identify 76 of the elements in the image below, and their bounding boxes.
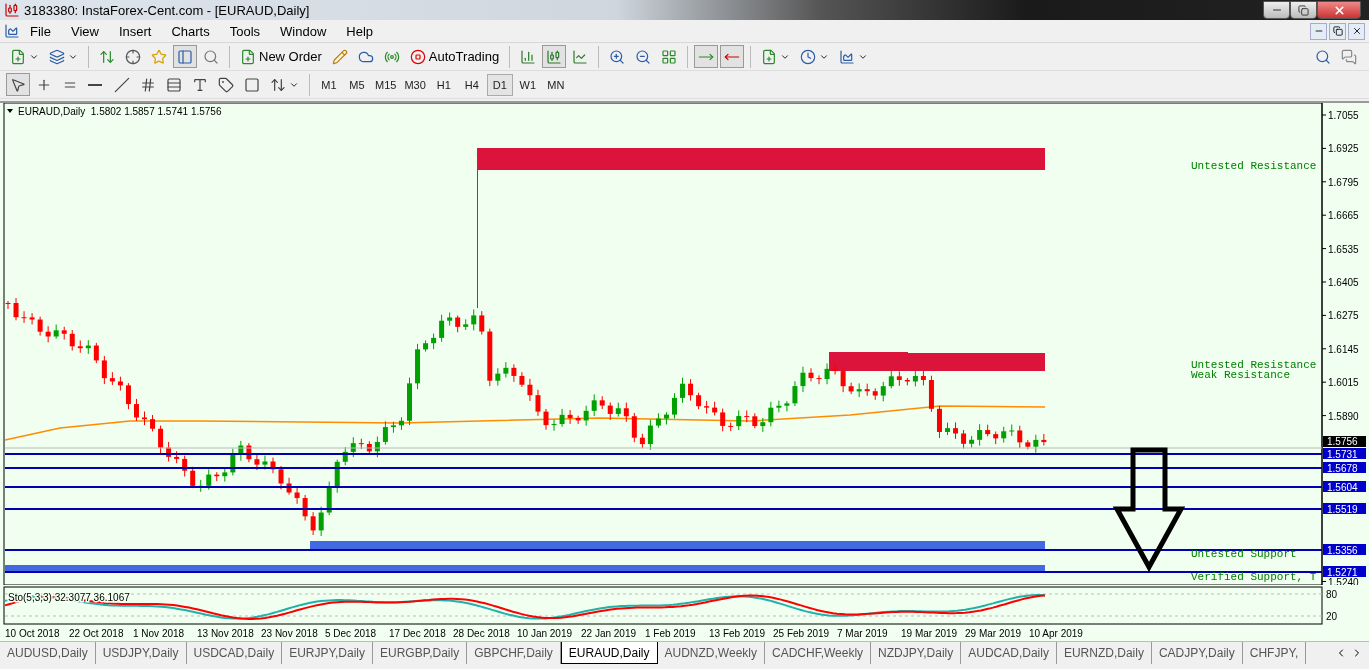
timeframe-button[interactable]: M30 <box>401 73 429 96</box>
timeframe-button[interactable]: W1 <box>514 73 541 96</box>
price-tag: 1.5604 <box>1323 481 1366 493</box>
date-label: 1 Nov 2018 <box>133 628 185 639</box>
menu-item[interactable]: Tools <box>219 23 271 39</box>
price-tag: 1.5731 <box>1323 448 1366 460</box>
price-label: 1.6405 <box>1328 277 1359 288</box>
date-label: 19 Mar 2019 <box>901 628 958 639</box>
chart-tab[interactable]: GBPCHF,Daily <box>467 642 561 664</box>
auto-trading-button[interactable]: AutoTrading <box>405 45 504 68</box>
date-label: 22 Oct 2018 <box>69 628 124 639</box>
chart-tab[interactable]: EURGBP,Daily <box>373 642 468 664</box>
zone-label: Untested Resistance <box>1191 359 1317 371</box>
price-label: 1.6665 <box>1328 210 1359 222</box>
menu-item[interactable]: Charts <box>161 23 220 39</box>
menu-item[interactable]: Window <box>270 23 337 39</box>
date-label: 23 Nov 2018 <box>261 628 318 639</box>
chart-tab[interactable]: USDCAD,Daily <box>186 642 283 664</box>
price-label: 1.5890 <box>1328 410 1359 422</box>
date-label: 17 Dec 2018 <box>389 628 446 639</box>
timeframe-button[interactable]: M1 <box>316 73 342 96</box>
price-tag: 1.5678 <box>1323 462 1366 474</box>
chart-tab[interactable]: AUDNZD,Weekly <box>657 642 765 664</box>
zone-label: Untested Support <box>1191 548 1297 560</box>
price-label: 1.7055 <box>1328 110 1359 121</box>
date-label: 10 Oct 2018 <box>5 628 60 639</box>
chart-header: EURAUD,Daily 1.5802 1.5857 1.5741 1.5756 <box>18 106 222 117</box>
date-label: 5 Dec 2018 <box>325 628 377 639</box>
date-label: 7 Mar 2019 <box>837 628 888 639</box>
zone-label: Verified Support, T <box>1191 571 1317 583</box>
date-label: 13 Nov 2018 <box>197 628 254 639</box>
zone-label: Weak Resistance <box>1191 369 1291 381</box>
menu-item[interactable]: Help <box>336 23 384 39</box>
chart-tab[interactable]: EURNZD,Daily <box>1056 642 1152 664</box>
price-label: 1.6145 <box>1328 343 1359 355</box>
timeframe-button[interactable]: D1 <box>486 73 513 96</box>
price-tag: 1.5271 <box>1323 566 1366 578</box>
chart-tab[interactable]: CHFJPY, <box>1242 642 1307 664</box>
current-price-tag: 1.5756 <box>1323 436 1366 447</box>
indicator-tick-label: 80 <box>1326 589 1338 600</box>
zone-label: Untested Resistance <box>1191 160 1317 172</box>
menu-item[interactable]: View <box>60 23 109 39</box>
date-label: 1 Feb 2019 <box>645 628 696 639</box>
date-label: 10 Jan 2019 <box>517 628 573 639</box>
date-label: 25 Feb 2019 <box>773 628 830 639</box>
date-label: 22 Jan 2019 <box>581 628 637 639</box>
price-label: 1.6925 <box>1328 143 1359 155</box>
price-label: 1.6535 <box>1328 243 1359 255</box>
timeframe-button[interactable]: M15 <box>372 73 400 96</box>
price-tag: 1.5356 <box>1323 544 1366 556</box>
indicator-tick-label: 20 <box>1326 611 1338 622</box>
chart-tab[interactable]: EURAUD,Daily <box>560 642 658 664</box>
chart-tab[interactable]: AUDUSD,Daily <box>0 642 96 664</box>
new-order-button[interactable]: New Order <box>236 45 326 68</box>
timeframe-button[interactable]: H1 <box>430 73 457 96</box>
chart-tab[interactable]: EURJPY,Daily <box>282 642 373 664</box>
chart-tab[interactable]: CADJPY,Daily <box>1151 642 1243 664</box>
chart-tab[interactable]: AUDCAD,Daily <box>961 642 1057 664</box>
date-label: 29 Mar 2019 <box>965 628 1022 639</box>
price-label: 1.5240 <box>1328 576 1359 585</box>
menu-item[interactable]: Insert <box>108 23 162 39</box>
date-label: 28 Dec 2018 <box>453 628 510 639</box>
price-label: 1.6015 <box>1328 377 1359 389</box>
window-title: 3183380: InstaForex-Cent.com - [EURAUD,Daily] <box>24 2 310 18</box>
chart-tab[interactable]: CADCHF,Weekly <box>765 642 872 664</box>
timeframe-button[interactable]: MN <box>542 73 569 96</box>
timeframe-button[interactable]: M5 <box>344 73 370 96</box>
chart-tab[interactable]: NZDJPY,Daily <box>871 642 962 664</box>
price-label: 1.6275 <box>1328 310 1359 322</box>
date-label: 10 Apr 2019 <box>1029 628 1083 639</box>
menu-item[interactable]: File <box>20 23 61 39</box>
date-label: 13 Feb 2019 <box>709 628 766 639</box>
price-tag: 1.5519 <box>1323 503 1366 515</box>
chart-tab[interactable]: USDJPY,Daily <box>95 642 187 664</box>
price-label: 1.6795 <box>1328 176 1359 188</box>
timeframe-button[interactable]: H4 <box>458 73 485 96</box>
